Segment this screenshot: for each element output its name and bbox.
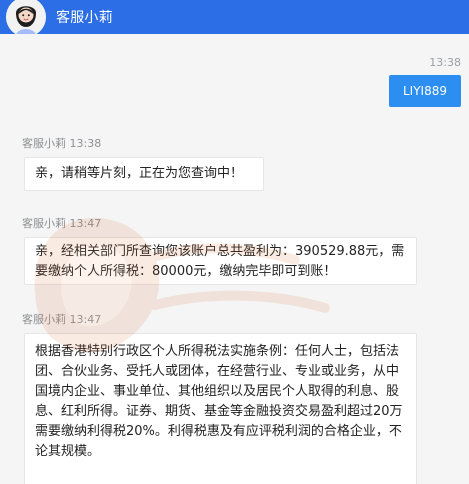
message-time: 13:47 (69, 217, 102, 230)
message-time: 13:38 (429, 56, 461, 69)
message-time: 13:47 (69, 313, 102, 326)
chat-window: 客服小莉 13:38 LIYI889 客服小莉 13:38 亲，请稍等片刻，正在… (0, 0, 469, 484)
message-time: 13:38 (69, 137, 102, 150)
sender-name: 客服小莉 (22, 313, 66, 326)
message-list[interactable]: 13:38 LIYI889 客服小莉 13:38 亲，请稍等片刻，正在为您查询中… (0, 34, 469, 484)
page-title: 客服小莉 (56, 10, 113, 26)
message-meta: 客服小莉 13:38 (22, 135, 101, 151)
message-meta: 客服小莉 13:47 (22, 215, 101, 231)
outgoing-message: LIYI889 (389, 75, 461, 107)
incoming-message: 根据香港特别行政区个人所得税法实施条例：任何人士，包括法团、合伙业务、受托人或团… (24, 333, 417, 484)
sender-name: 客服小莉 (22, 217, 66, 230)
avatar (6, 0, 46, 37)
incoming-message: 亲，经相关部门所查询您该账户总共盈利为：390529.88元，需要缴纳个人所得税… (24, 237, 417, 285)
incoming-message: 亲，请稍等片刻，正在为您查询中！ (24, 157, 264, 191)
message-meta: 客服小莉 13:47 (22, 311, 101, 327)
sender-name: 客服小莉 (22, 137, 66, 150)
chat-header: 客服小莉 (0, 0, 469, 37)
